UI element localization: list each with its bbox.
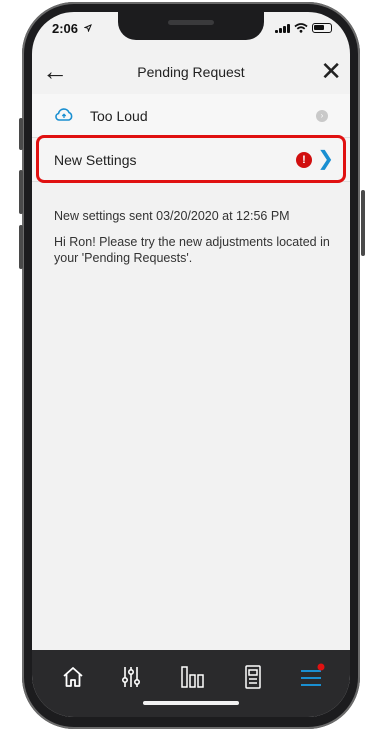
navigation-bar: ← Pending Request ✕ xyxy=(32,50,350,94)
device-icon[interactable] xyxy=(238,662,268,692)
list-item-too-loud[interactable]: Too Loud › xyxy=(32,94,350,138)
bottom-tab-bar xyxy=(32,650,350,717)
wifi-icon xyxy=(294,23,308,33)
volume-down-button xyxy=(19,225,23,269)
home-icon[interactable] xyxy=(58,662,88,692)
status-icons xyxy=(275,23,332,33)
too-loud-label: Too Loud xyxy=(90,108,148,124)
page-title: Pending Request xyxy=(137,64,245,80)
signal-icon xyxy=(275,23,290,33)
location-arrow-icon xyxy=(84,24,92,32)
mute-switch xyxy=(19,118,23,150)
home-indicator xyxy=(143,701,239,705)
power-button xyxy=(361,190,365,256)
info-dot-icon: › xyxy=(316,110,328,122)
cloud-icon xyxy=(55,108,73,121)
status-bar: 2:06 xyxy=(32,12,350,48)
status-time: 2:06 xyxy=(52,21,79,36)
highlight-annotation xyxy=(36,135,346,183)
sent-timestamp: New settings sent 03/20/2020 at 12:56 PM xyxy=(54,209,290,223)
app-screen: 2:06 ← Pending Request ✕ Too Loud › New … xyxy=(32,12,350,717)
adjust-sliders-icon[interactable] xyxy=(116,662,146,692)
menu-icon[interactable] xyxy=(296,662,326,692)
volume-up-button xyxy=(19,170,23,214)
message-text: Hi Ron! Please try the new adjustments l… xyxy=(54,235,330,265)
battery-icon xyxy=(312,23,332,33)
close-icon[interactable]: ✕ xyxy=(320,56,342,86)
bars-icon[interactable] xyxy=(178,662,208,692)
